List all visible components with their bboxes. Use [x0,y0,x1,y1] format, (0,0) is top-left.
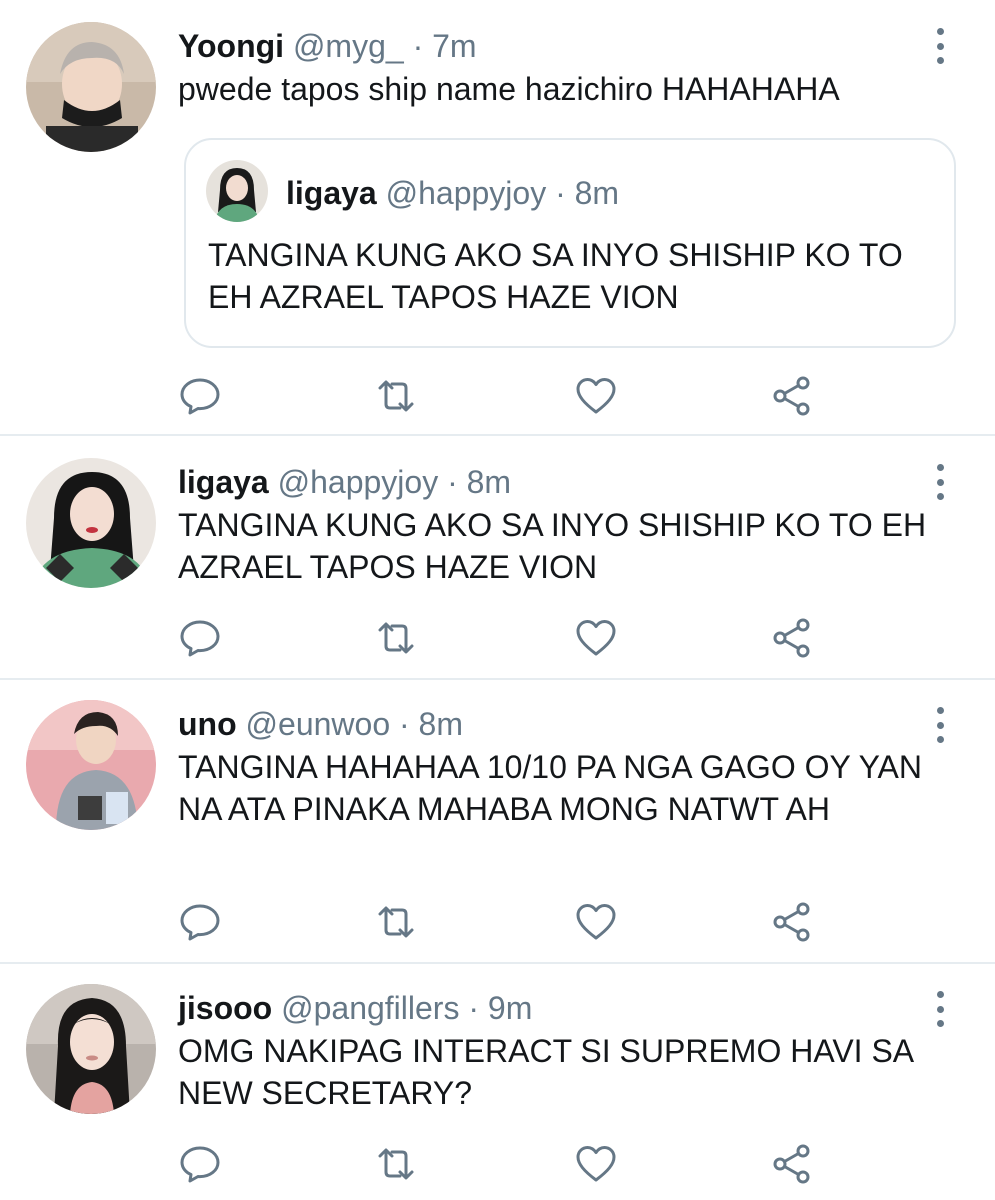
tweet-actions [178,374,858,418]
avatar[interactable] [26,22,156,152]
retweet-icon[interactable] [374,1142,418,1186]
avatar[interactable] [26,458,156,588]
tweet[interactable]: jisooo @pangfillers · 9m OMG NAKIPAG INT… [0,964,995,1200]
tweet[interactable]: uno @eunwoo · 8m TANGINA HAHAHAA 10/10 P… [0,680,995,962]
user-handle[interactable]: @happyjoy [278,464,439,500]
user-handle[interactable]: @myg_ [293,28,404,64]
more-vertical-icon[interactable] [930,991,950,1027]
display-name[interactable]: jisooo [178,990,272,1026]
retweet-icon[interactable] [374,374,418,418]
tweet-header: jisooo @pangfillers · 9m [178,989,532,1027]
reply-icon[interactable] [178,616,222,660]
timestamp[interactable]: · 8m [447,464,511,500]
display-name[interactable]: ligaya [286,175,377,211]
user-handle[interactable]: @pangfillers [281,990,459,1026]
reply-icon[interactable] [178,1142,222,1186]
display-name[interactable]: uno [178,706,237,742]
tweet-header: ligaya @happyjoy · 8m [178,463,511,501]
avatar[interactable] [206,160,268,222]
user-handle[interactable]: @happyjoy [386,175,547,211]
heart-icon[interactable] [574,1142,618,1186]
tweet[interactable]: ligaya @happyjoy · 8m TANGINA KUNG AKO S… [0,436,995,678]
tweet-header: Yoongi @myg_ · 7m [178,27,477,65]
retweet-icon[interactable] [374,616,418,660]
tweet-text: TANGINA HAHAHAA 10/10 PA NGA GAGO OY YAN… [178,749,922,827]
more-vertical-icon[interactable] [930,707,950,743]
heart-icon[interactable] [574,374,618,418]
tweet-actions [178,1142,858,1186]
timestamp[interactable]: · 8m [555,175,619,211]
avatar[interactable] [26,984,156,1114]
reply-icon[interactable] [178,374,222,418]
more-vertical-icon[interactable] [930,464,950,500]
share-icon[interactable] [770,900,814,944]
tweet-header: uno @eunwoo · 8m [178,705,463,743]
tweet-actions [178,616,858,660]
share-icon[interactable] [770,374,814,418]
timestamp[interactable]: · 9m [468,990,532,1026]
quoted-header: ligaya @happyjoy · 8m [286,174,619,212]
share-icon[interactable] [770,616,814,660]
tweet[interactable]: Yoongi @myg_ · 7m pwede tapos ship name … [0,0,995,436]
display-name[interactable]: ligaya [178,464,269,500]
quoted-tweet[interactable]: ligaya @happyjoy · 8m TANGINA KUNG AKO S… [184,138,956,348]
quoted-text: TANGINA KUNG AKO SA INYO SHISHIP KO TO E… [208,237,903,315]
tweet-text: TANGINA KUNG AKO SA INYO SHISHIP KO TO E… [178,507,927,585]
retweet-icon[interactable] [374,900,418,944]
reply-icon[interactable] [178,900,222,944]
tweet-actions [178,900,858,944]
more-vertical-icon[interactable] [930,28,950,64]
heart-icon[interactable] [574,616,618,660]
avatar[interactable] [26,700,156,830]
user-handle[interactable]: @eunwoo [246,706,391,742]
timestamp[interactable]: · 7m [413,28,477,64]
heart-icon[interactable] [574,900,618,944]
timestamp[interactable]: · 8m [399,706,463,742]
tweet-text: pwede tapos ship name hazichiro HAHAHAHA [178,71,840,107]
tweet-text: OMG NAKIPAG INTERACT SI SUPREMO HAVI SA … [178,1033,913,1111]
share-icon[interactable] [770,1142,814,1186]
display-name[interactable]: Yoongi [178,28,284,64]
